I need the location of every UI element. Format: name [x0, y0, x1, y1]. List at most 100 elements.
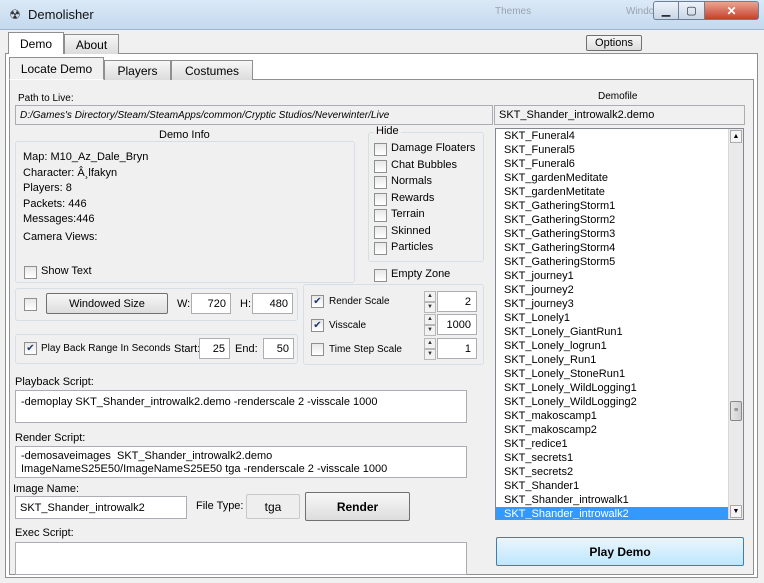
list-scrollbar[interactable]: ▲ ≡ ▼: [728, 129, 743, 519]
list-item[interactable]: SKT_GatheringStorm2: [496, 213, 728, 227]
skinned-checkbox[interactable]: [374, 226, 387, 239]
list-item[interactable]: SKT_redice1: [496, 437, 728, 451]
list-item[interactable]: SKT_Shander1: [496, 479, 728, 493]
visscale-spinner[interactable]: ▲ ▼: [424, 314, 436, 336]
list-item[interactable]: SKT_secrets1: [496, 451, 728, 465]
list-item[interactable]: SKT_Lonely_WildLogging2: [496, 395, 728, 409]
list-item[interactable]: SKT_Shander_introwalk1: [496, 493, 728, 507]
spin-up-icon[interactable]: ▲: [424, 291, 436, 302]
list-item[interactable]: SKT_gardenMetitate: [496, 185, 728, 199]
list-item[interactable]: SKT_Lonely_WildLogging1: [496, 381, 728, 395]
play-back-range-label: Play Back Range In Seconds: [41, 343, 171, 354]
rewards-checkbox[interactable]: [374, 193, 387, 206]
list-item[interactable]: SKT_Lonely_logrun1: [496, 339, 728, 353]
play-demo-button[interactable]: Play Demo: [496, 537, 744, 566]
maximize-button[interactable]: ▢: [679, 1, 705, 20]
list-item[interactable]: SKT_Lonely_GiantRun1: [496, 325, 728, 339]
caption-buttons: ▁ ▢ ✕: [653, 1, 759, 20]
spin-down-icon[interactable]: ▼: [424, 349, 436, 360]
time-step-scale-checkbox[interactable]: [311, 343, 324, 356]
show-text-checkbox[interactable]: [24, 266, 37, 279]
list-item[interactable]: SKT_journey2: [496, 283, 728, 297]
close-button[interactable]: ✕: [705, 1, 759, 20]
spin-down-icon[interactable]: ▼: [424, 325, 436, 336]
render-scale-spinner[interactable]: ▲ ▼: [424, 291, 436, 313]
spin-down-icon[interactable]: ▼: [424, 302, 436, 313]
list-item[interactable]: SKT_journey1: [496, 269, 728, 283]
demo-file-list[interactable]: SKT_Funeral4 SKT_Funeral5 SKT_Funeral6 SKT_…: [495, 128, 744, 520]
windowed-size-checkbox[interactable]: [24, 298, 37, 311]
options-button[interactable]: Options: [586, 35, 642, 51]
tab-locate-demo[interactable]: Locate Demo: [9, 57, 104, 80]
visscale-label: Visscale: [329, 320, 367, 331]
width-input[interactable]: 720: [191, 293, 231, 314]
terrain-label: Terrain: [391, 208, 425, 220]
tab-costumes[interactable]: Costumes: [171, 60, 253, 80]
render-script-label: Render Script:: [15, 432, 86, 444]
list-item[interactable]: SKT_Lonely_Run1: [496, 353, 728, 367]
tab-demo[interactable]: Demo: [8, 32, 64, 54]
tab-about-label: About: [75, 37, 108, 52]
windowed-size-button[interactable]: Windowed Size: [46, 293, 168, 314]
normals-checkbox[interactable]: [374, 176, 387, 189]
list-item[interactable]: SKT_makoscamp1: [496, 409, 728, 423]
terrain-checkbox[interactable]: [374, 209, 387, 222]
tab-costumes-label: Costumes: [184, 63, 240, 78]
demofile-field[interactable]: SKT_Shander_introwalk2.demo: [494, 105, 745, 125]
path-field[interactable]: D:/Games's Directory/Steam/SteamApps/com…: [15, 105, 493, 125]
spin-up-icon[interactable]: ▲: [424, 314, 436, 325]
tab-players[interactable]: Players: [104, 60, 171, 80]
render-scale-input[interactable]: 2: [437, 291, 477, 312]
minimize-button[interactable]: ▁: [653, 1, 679, 20]
demo-list-items: SKT_Funeral4 SKT_Funeral5 SKT_Funeral6 SKT_…: [496, 129, 728, 519]
list-item[interactable]: SKT_journey3: [496, 297, 728, 311]
list-item[interactable]: SKT_secrets2: [496, 465, 728, 479]
tab-locate-demo-label: Locate Demo: [20, 61, 93, 76]
info-map: Map: M10_Az_Dale_Bryn: [23, 151, 149, 163]
list-item[interactable]: SKT_GatheringStorm3: [496, 227, 728, 241]
particles-checkbox[interactable]: [374, 242, 387, 255]
play-back-range-checkbox[interactable]: ✔: [24, 342, 37, 355]
title-bar[interactable]: ☢ Demolisher Themes Windows ▁ ▢ ✕: [0, 0, 764, 30]
damage-floaters-label: Damage Floaters: [391, 142, 476, 154]
time-step-scale-input[interactable]: 1: [437, 338, 477, 359]
scroll-down-icon[interactable]: ▼: [730, 505, 742, 518]
empty-zone-checkbox[interactable]: [374, 269, 387, 282]
image-name-input[interactable]: SKT_Shander_introwalk2: [15, 496, 187, 519]
list-item[interactable]: SKT_Funeral6: [496, 157, 728, 171]
visscale-input[interactable]: 1000: [437, 314, 477, 335]
scroll-up-icon[interactable]: ▲: [730, 130, 742, 143]
render-button[interactable]: Render: [305, 492, 410, 521]
list-item[interactable]: SKT_makoscamp2: [496, 423, 728, 437]
scroll-thumb[interactable]: ≡: [730, 401, 742, 421]
time-step-scale-spinner[interactable]: ▲ ▼: [424, 338, 436, 360]
demo-info-title: Demo Info: [157, 129, 212, 141]
list-item[interactable]: SKT_GatheringStorm1: [496, 199, 728, 213]
chat-bubbles-label: Chat Bubbles: [391, 159, 458, 171]
render-scale-checkbox[interactable]: ✔: [311, 295, 324, 308]
end-input[interactable]: 50: [263, 338, 294, 359]
start-input[interactable]: 25: [199, 338, 230, 359]
file-type-label: File Type:: [196, 500, 244, 512]
list-item[interactable]: SKT_GatheringStorm5: [496, 255, 728, 269]
file-type-select[interactable]: tga: [246, 494, 300, 519]
height-label: H:: [240, 298, 251, 310]
list-item[interactable]: SKT_gardenMeditate: [496, 171, 728, 185]
spin-up-icon[interactable]: ▲: [424, 338, 436, 349]
tab-about[interactable]: About: [64, 34, 119, 54]
height-input[interactable]: 480: [252, 293, 293, 314]
render-script-textarea[interactable]: -demosaveimages SKT_Shander_introwalk2.d…: [15, 446, 467, 478]
visscale-checkbox[interactable]: ✔: [311, 319, 324, 332]
damage-floaters-checkbox[interactable]: [374, 143, 387, 156]
list-item[interactable]: SKT_GatheringStorm4: [496, 241, 728, 255]
exec-script-label: Exec Script:: [15, 527, 74, 539]
image-name-label: Image Name:: [13, 483, 80, 495]
exec-script-textarea[interactable]: [15, 542, 467, 575]
list-item[interactable]: SKT_Funeral5: [496, 143, 728, 157]
playback-script-textarea[interactable]: -demoplay SKT_Shander_introwalk2.demo -r…: [15, 390, 467, 423]
list-item[interactable]: SKT_Lonely_StoneRun1: [496, 367, 728, 381]
chat-bubbles-checkbox[interactable]: [374, 160, 387, 173]
list-item[interactable]: SKT_Shander_introwalk2: [496, 507, 728, 519]
list-item[interactable]: SKT_Lonely1: [496, 311, 728, 325]
list-item[interactable]: SKT_Funeral4: [496, 129, 728, 143]
